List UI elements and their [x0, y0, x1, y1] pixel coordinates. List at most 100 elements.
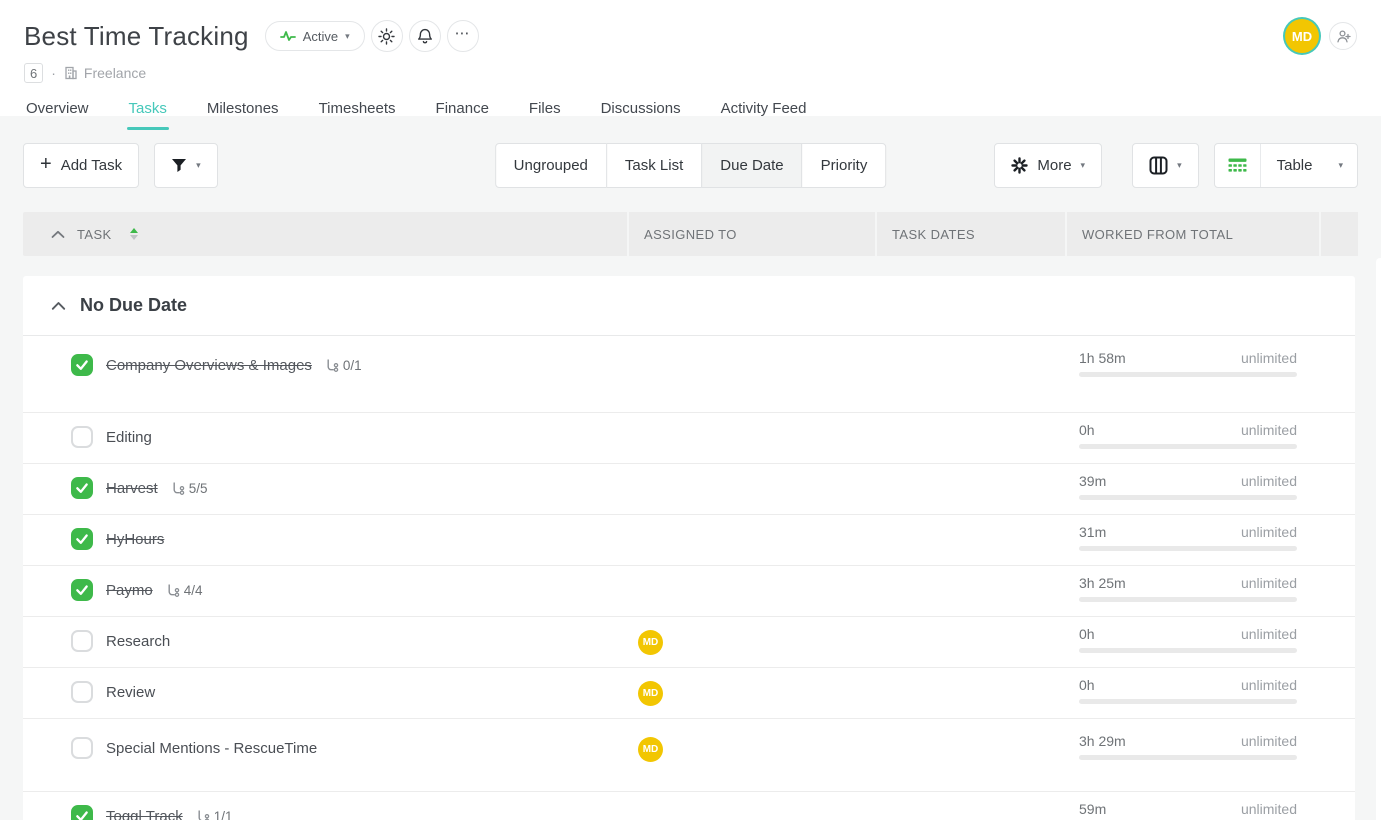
task-checkbox[interactable] — [71, 477, 93, 499]
tab-activity-feed[interactable]: Activity Feed — [719, 96, 809, 130]
tab-discussions[interactable]: Discussions — [599, 96, 683, 130]
pulse-icon — [280, 29, 296, 43]
vertical-scrollbar[interactable] — [1376, 258, 1381, 820]
chevron-up-icon[interactable] — [51, 301, 66, 311]
worked-time: 3h 29m — [1079, 733, 1126, 749]
sort-arrows-icon — [130, 228, 138, 240]
worked-time: 31m — [1079, 524, 1106, 540]
total-limit: unlimited — [1241, 801, 1297, 817]
settings-button[interactable] — [371, 20, 403, 52]
segment-label: Due Date — [720, 157, 783, 174]
task-checkbox[interactable] — [71, 354, 93, 376]
building-icon — [64, 66, 78, 80]
tab-finance[interactable]: Finance — [434, 96, 491, 130]
subtask-branch-icon — [325, 358, 340, 373]
total-limit: unlimited — [1241, 677, 1297, 693]
group-segment-ungrouped[interactable]: Ungrouped — [495, 143, 607, 188]
column-header-worked-from-total: WORKED FROM TOTAL — [1067, 212, 1319, 256]
task-rows: Company Overviews & Images 0/1 1h 58m un… — [23, 336, 1355, 820]
assignee-avatar[interactable]: MD — [638, 630, 663, 655]
tab-label: Tasks — [129, 100, 167, 117]
task-name[interactable]: Special Mentions - RescueTime — [106, 740, 317, 757]
tab-timesheets[interactable]: Timesheets — [317, 96, 398, 130]
more-label: More — [1037, 157, 1071, 174]
task-name[interactable]: Editing — [106, 429, 152, 446]
task-checkbox[interactable] — [71, 528, 93, 550]
project-status-dropdown[interactable]: Active ▾ — [265, 21, 365, 51]
worked-cell: 0h unlimited — [1067, 617, 1321, 653]
task-name[interactable]: Company Overviews & Images — [106, 357, 312, 374]
subtask-branch-icon — [196, 809, 211, 820]
project-tabs: Overview Tasks Milestones Timesheets Finance… — [24, 96, 1357, 130]
subtask-count[interactable]: 5/5 — [171, 481, 208, 496]
dot-separator: · — [51, 65, 56, 81]
task-checkbox[interactable] — [71, 630, 93, 652]
tab-overview[interactable]: Overview — [24, 96, 91, 130]
subtask-count-label: 1/1 — [214, 809, 233, 820]
task-name[interactable]: HyHours — [106, 531, 164, 548]
group-segment-priority[interactable]: Priority — [802, 143, 887, 188]
columns-button[interactable]: ▾ — [1132, 143, 1199, 188]
task-name[interactable]: Paymo — [106, 582, 153, 599]
tab-files[interactable]: Files — [527, 96, 563, 130]
task-checkbox[interactable] — [71, 426, 93, 448]
filter-button[interactable]: ▾ — [154, 143, 218, 188]
more-options-button[interactable]: ⋯ — [447, 20, 479, 52]
column-header-task[interactable]: TASK — [23, 212, 627, 256]
worked-cell: 39m unlimited — [1067, 464, 1321, 500]
segment-label: Priority — [821, 157, 868, 174]
view-selector[interactable]: Table ▾ — [1214, 143, 1358, 188]
chevron-down-icon: ▾ — [1177, 161, 1182, 170]
segment-label: Ungrouped — [514, 157, 588, 174]
tab-label: Activity Feed — [721, 100, 807, 117]
invite-people-button[interactable] — [1329, 22, 1357, 50]
group-segment-due-date[interactable]: Due Date — [701, 143, 802, 188]
subtask-count[interactable]: 1/1 — [196, 809, 233, 820]
tab-label: Timesheets — [319, 100, 396, 117]
company-name: Freelance — [84, 65, 146, 81]
total-limit: unlimited — [1241, 422, 1297, 438]
chevron-up-icon[interactable] — [51, 230, 65, 239]
group-title: No Due Date — [80, 295, 187, 316]
task-checkbox[interactable] — [71, 737, 93, 759]
subtask-count[interactable]: 0/1 — [325, 358, 362, 373]
user-avatar[interactable]: MD — [1285, 19, 1319, 53]
task-checkbox[interactable] — [71, 681, 93, 703]
table-grid-icon — [1215, 144, 1261, 187]
ellipsis-icon: ⋯ — [455, 24, 471, 48]
task-name[interactable]: Harvest — [106, 480, 158, 497]
group-segment-task-list[interactable]: Task List — [606, 143, 702, 188]
tab-milestones[interactable]: Milestones — [205, 96, 281, 130]
worked-cell: 1h 58m unlimited — [1067, 336, 1321, 377]
worked-cell: 0h unlimited — [1067, 668, 1321, 704]
worked-cell: 59m unlimited — [1067, 792, 1321, 820]
task-name[interactable]: Research — [106, 633, 170, 650]
progress-bar — [1079, 597, 1297, 602]
subtask-branch-icon — [166, 583, 181, 598]
worked-time: 3h 25m — [1079, 575, 1126, 591]
subtask-branch-icon — [171, 481, 186, 496]
asterisk-icon — [1011, 157, 1028, 174]
assignee-avatar[interactable]: MD — [638, 737, 663, 762]
grouping-segmented-control: Ungrouped Task List Due Date Priority — [495, 143, 887, 188]
notifications-button[interactable] — [409, 20, 441, 52]
table-header: TASK ASSIGNED TO TASK DATES WORKED FROM … — [23, 212, 1358, 256]
table-row: Paymo 4/4 3h 25m unlimited — [23, 566, 1355, 617]
status-label: Active — [303, 29, 338, 44]
table-row: Research MD 0h unlimited — [23, 617, 1355, 668]
tab-label: Files — [529, 100, 561, 117]
progress-bar — [1079, 648, 1297, 653]
add-task-button[interactable]: + Add Task — [23, 143, 139, 188]
subtask-count[interactable]: 4/4 — [166, 583, 203, 598]
progress-bar — [1079, 495, 1297, 500]
more-tools-button[interactable]: More ▾ — [994, 143, 1102, 188]
tab-tasks[interactable]: Tasks — [127, 96, 169, 130]
task-name[interactable]: Toggl Track — [106, 808, 183, 820]
company-link[interactable]: Freelance — [64, 65, 146, 81]
task-checkbox[interactable] — [71, 579, 93, 601]
chevron-down-icon: ▾ — [1081, 161, 1086, 170]
task-name[interactable]: Review — [106, 684, 155, 701]
assignee-avatar[interactable]: MD — [638, 681, 663, 706]
task-checkbox[interactable] — [71, 805, 93, 820]
table-row: HyHours 31m unlimited — [23, 515, 1355, 566]
